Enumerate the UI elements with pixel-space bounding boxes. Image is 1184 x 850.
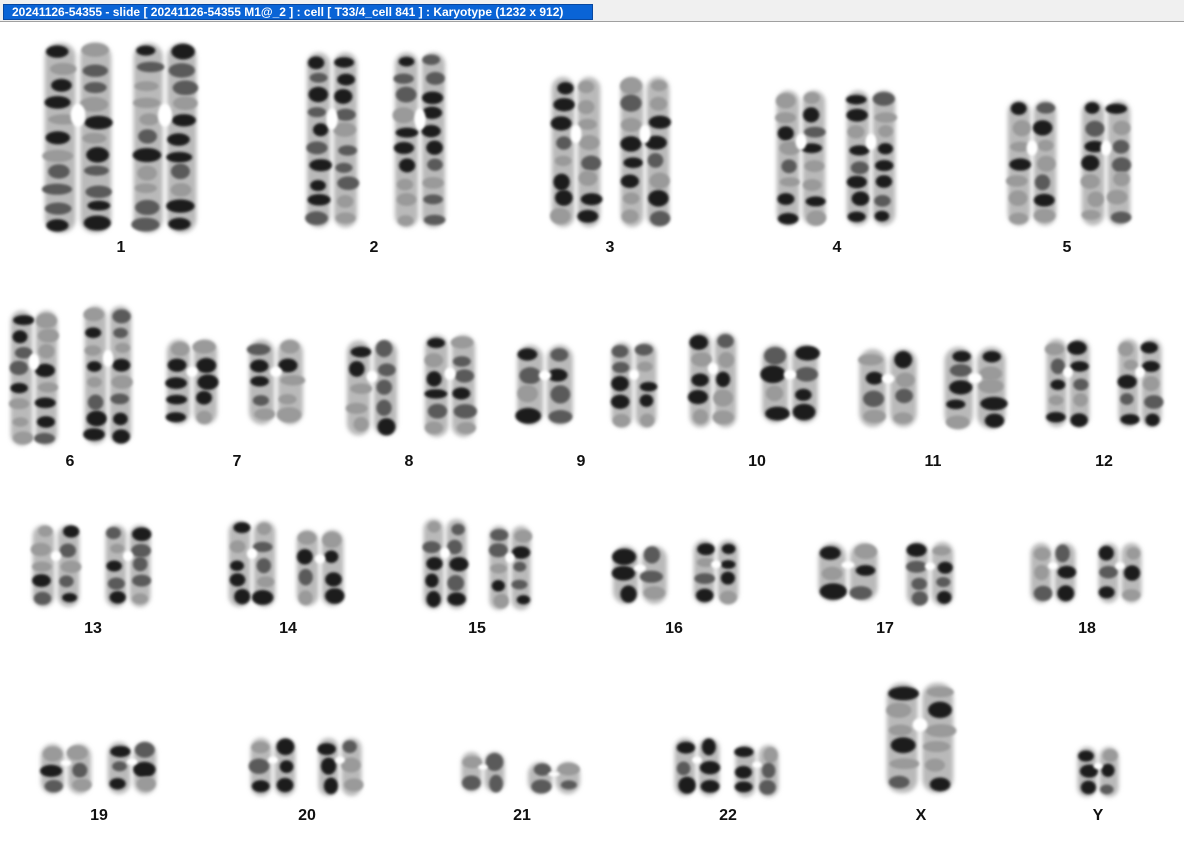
chromosome-15-b[interactable]	[488, 526, 533, 610]
chromosome-4-a[interactable]	[775, 90, 827, 226]
chromosome-17-a[interactable]	[818, 543, 878, 601]
chromosome-label-15: 15	[468, 620, 486, 637]
chromosome-21-b[interactable]	[527, 762, 581, 794]
chromosome-12-a[interactable]	[1044, 339, 1090, 428]
chromosome-22-a[interactable]	[674, 738, 721, 796]
chromosome-label-4: 4	[832, 239, 842, 256]
chromosome-pair-19[interactable]	[40, 742, 157, 794]
chromosome-label-10: 10	[748, 453, 766, 470]
chromosome-x-a[interactable]	[886, 683, 957, 793]
chromosome-14-b[interactable]	[296, 530, 345, 606]
chromosome-20-b[interactable]	[317, 738, 364, 796]
chromosome-1-b[interactable]	[131, 43, 199, 233]
chromosome-pair-10[interactable]	[687, 332, 820, 428]
chromosome-20-a[interactable]	[248, 738, 296, 796]
window-title[interactable]: 20241126-54355 - slide [ 20241126-54355 …	[3, 4, 593, 20]
chromosome-18-b[interactable]	[1098, 543, 1142, 603]
chromosome-label-1: 1	[116, 239, 126, 256]
chromosome-pair-22[interactable]	[674, 738, 779, 797]
chromosome-pair-5[interactable]	[1005, 100, 1132, 226]
chromosome-17-b[interactable]	[905, 542, 954, 606]
chromosome-pair-18[interactable]	[1030, 543, 1142, 603]
chromosome-pair-y[interactable]	[1077, 747, 1119, 797]
chromosome-label-7: 7	[232, 453, 242, 470]
chromosome-2-a[interactable]	[305, 52, 360, 228]
chromosome-label-5: 5	[1062, 239, 1072, 256]
chromosome-9-b[interactable]	[610, 342, 658, 428]
chromosome-label-11: 11	[924, 453, 942, 470]
chromosome-2-b[interactable]	[392, 52, 446, 228]
chromosome-label-19: 19	[90, 807, 108, 824]
chromosome-7-b[interactable]	[246, 339, 306, 425]
chromosome-6-a[interactable]	[8, 310, 59, 446]
window-titlebar: 20241126-54355 - slide [ 20241126-54355 …	[0, 0, 1184, 22]
chromosome-pair-6[interactable]	[8, 306, 133, 446]
chromosome-label-3: 3	[605, 239, 615, 256]
chromosome-pair-21[interactable]	[461, 752, 581, 794]
chromosome-8-a[interactable]	[345, 340, 398, 436]
chromosome-1-a[interactable]	[41, 43, 113, 233]
chromosome-10-a[interactable]	[687, 332, 737, 428]
chromosome-21-a[interactable]	[461, 752, 505, 793]
chromosome-19-b[interactable]	[107, 742, 157, 794]
chromosome-12-b[interactable]	[1117, 339, 1164, 427]
chromosome-label-9: 9	[576, 453, 586, 470]
karyotype-canvas	[8, 43, 1164, 797]
chromosome-pair-7[interactable]	[165, 339, 306, 425]
chromosome-11-b[interactable]	[944, 347, 1008, 429]
chromosome-label-y: Y	[1092, 807, 1104, 824]
chromosome-pair-1[interactable]	[41, 43, 199, 233]
chromosome-label-16: 16	[665, 620, 683, 637]
chromosome-22-b[interactable]	[734, 745, 779, 797]
chromosome-13-b[interactable]	[105, 525, 152, 607]
chromosome-pair-20[interactable]	[248, 738, 364, 796]
chromosome-3-b[interactable]	[619, 77, 672, 227]
chromosome-9-a[interactable]	[515, 345, 573, 425]
chromosome-16-b[interactable]	[693, 540, 739, 605]
chromosome-16-a[interactable]	[611, 546, 667, 604]
chromosome-13-a[interactable]	[30, 525, 82, 607]
chromosome-label-12: 12	[1095, 453, 1113, 470]
chromosome-pair-2[interactable]	[305, 52, 446, 228]
chromosome-18-a[interactable]	[1030, 543, 1077, 603]
chromosome-label-18: 18	[1078, 620, 1096, 637]
chromosome-7-a[interactable]	[165, 339, 219, 425]
chromosome-label-13: 13	[84, 620, 102, 637]
chromosome-19-a[interactable]	[40, 744, 92, 794]
chromosome-label-22: 22	[719, 807, 737, 824]
chromosome-y-a[interactable]	[1077, 747, 1119, 797]
chromosome-label-2: 2	[369, 239, 379, 256]
chromosome-pair-13[interactable]	[30, 525, 152, 607]
chromosome-5-a[interactable]	[1005, 100, 1057, 226]
chromosome-3-a[interactable]	[549, 77, 603, 227]
chromosome-15-a[interactable]	[422, 519, 469, 609]
chromosome-pair-16[interactable]	[611, 540, 739, 605]
chromosome-label-x: X	[915, 807, 927, 824]
chromosome-8-b[interactable]	[424, 335, 478, 437]
chromosome-pair-17[interactable]	[818, 542, 954, 606]
chromosome-pair-3[interactable]	[549, 77, 672, 227]
chromosome-label-17: 17	[876, 620, 894, 637]
chromosome-label-20: 20	[298, 807, 316, 824]
chromosome-pair-15[interactable]	[422, 519, 533, 610]
chromosome-pair-x[interactable]	[886, 683, 957, 793]
chromosome-pair-9[interactable]	[515, 342, 658, 428]
chromosome-pair-12[interactable]	[1044, 339, 1164, 428]
chromosome-pair-4[interactable]	[775, 90, 898, 226]
chromosome-6-b[interactable]	[83, 306, 133, 444]
chromosome-4-b[interactable]	[845, 90, 898, 226]
chromosome-pair-8[interactable]	[345, 335, 478, 437]
chromosome-label-6: 6	[65, 453, 75, 470]
chromosome-10-b[interactable]	[760, 345, 820, 423]
chromosome-label-14: 14	[279, 620, 297, 637]
chromosome-5-b[interactable]	[1080, 100, 1132, 226]
chromosome-pair-11[interactable]	[858, 347, 1008, 429]
chromosome-label-8: 8	[404, 453, 414, 470]
chromosome-label-21: 21	[513, 807, 531, 824]
chromosome-pair-14[interactable]	[228, 521, 345, 607]
chromosome-14-a[interactable]	[228, 521, 276, 607]
chromosome-11-a[interactable]	[858, 349, 917, 427]
